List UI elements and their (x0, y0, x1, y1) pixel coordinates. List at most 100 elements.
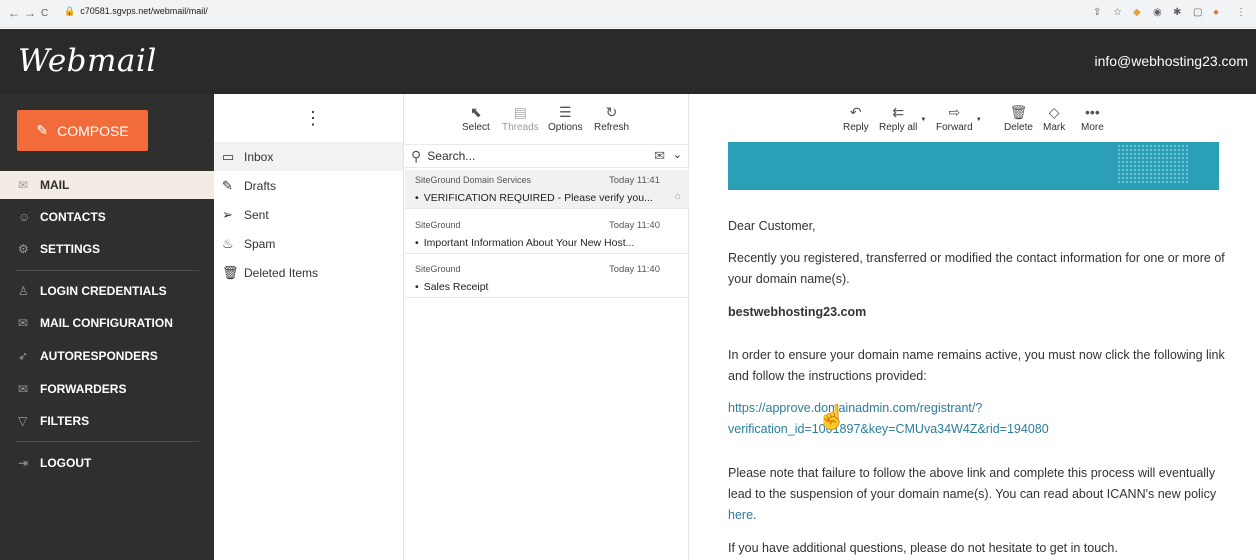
options-label: Options (548, 122, 583, 133)
message-from: SiteGround (415, 220, 461, 230)
sidebar-item-label: MAIL (40, 178, 70, 192)
forward-mail-icon: ✉ (18, 382, 29, 396)
folder-inbox[interactable]: ▭ Inbox (214, 142, 403, 171)
message-date: Today 11:40 (608, 220, 660, 231)
folder-label: Sent (244, 207, 269, 222)
refresh-icon: ↻ (605, 104, 618, 120)
star-icon[interactable]: ☆ (1113, 7, 1122, 18)
back-icon[interactable]: ← (8, 6, 20, 20)
profile-icon[interactable]: ● (1213, 7, 1219, 18)
user-icon: ♙ (18, 284, 29, 298)
dropdown-arrow-icon[interactable]: ▼ (920, 117, 926, 123)
verification-link-line-2[interactable]: verification_id=1001897&key=CMUva34W4Z&r… (728, 422, 1049, 436)
icann-policy-link[interactable]: here (728, 508, 753, 522)
sidebar-item-label: FILTERS (40, 414, 90, 428)
message-subject-text: Important Information About Your New Hos… (423, 237, 635, 249)
inbox-icon: ▭ (222, 148, 235, 164)
forward-icon: ⇨ (948, 104, 961, 120)
message-reader-pane: ↶ Reply ⇇ Reply all ▼ ⇨ Forward ▼ 🗑 Dele… (690, 94, 1256, 560)
dropdown-arrow-icon[interactable]: ▼ (976, 117, 982, 123)
list-item[interactable]: SiteGround Today 11:40 • Important Inform… (405, 215, 689, 254)
menu-dots-icon[interactable]: ⋮ (1236, 7, 1246, 18)
delete-button[interactable]: 🗑 Delete (1004, 104, 1033, 133)
webmail-logo: Webmail (18, 43, 157, 79)
contacts-icon: ☺ (18, 210, 31, 224)
sidebar-item-mail[interactable]: ✉ MAIL (0, 171, 214, 199)
search-input[interactable]: Search... (427, 149, 475, 163)
message-subject: • Sales Receipt (415, 281, 489, 293)
share-icon[interactable]: ⇪ (1093, 7, 1101, 18)
compose-label: COMPOSE (57, 122, 129, 139)
threads-label: Threads (502, 122, 539, 133)
verification-link[interactable]: https://approve.domainadmin.com/registra… (728, 398, 1228, 440)
list-item[interactable]: SiteGround Today 11:40 • Sales Receipt (405, 259, 689, 298)
chevron-down-icon[interactable]: ⌄ (673, 148, 682, 161)
email-domain: bestwebhosting23.com (728, 305, 867, 319)
sidebar-divider (15, 270, 199, 271)
search-icon: ⚲ (411, 147, 422, 164)
folder-sent[interactable]: ➢ Sent (214, 200, 403, 229)
sidebar-item-settings[interactable]: ⚙ SETTINGS (0, 235, 214, 263)
sidebar-divider (15, 441, 199, 442)
folder-menu-icon[interactable]: ⋮ (304, 108, 322, 129)
folder-drafts[interactable]: ✎ Drafts (214, 171, 403, 200)
email-paragraph-4: If you have additional questions, please… (728, 541, 1118, 555)
email-paragraph-3-end: . (753, 508, 757, 522)
envelope-filter-icon[interactable]: ✉ (654, 148, 665, 164)
reply-button[interactable]: ↶ Reply (843, 104, 869, 133)
email-paragraph-2: In order to ensure your domain name rema… (728, 348, 1225, 383)
folder-spam[interactable]: ♨ Spam (214, 229, 403, 258)
sidebar-item-mail-configuration[interactable]: ✉ MAIL CONFIGURATION (0, 309, 214, 337)
threads-button[interactable]: ▤ Threads (502, 104, 539, 133)
message-date: Today 11:41 (608, 175, 660, 186)
folder-label: Spam (244, 236, 276, 251)
message-date: Today 11:40 (608, 264, 660, 275)
folder-deleted-items[interactable]: 🗑 Deleted Items (214, 258, 403, 287)
email-greeting: Dear Customer, (728, 219, 816, 233)
folder-label: Deleted Items (244, 265, 319, 280)
mail-config-icon: ✉ (18, 316, 29, 330)
sidebar-item-label: AUTORESPONDERS (40, 349, 158, 363)
refresh-label: Refresh (594, 122, 630, 133)
tag-icon: ◇ (1048, 104, 1060, 120)
sidepanel-icon[interactable]: ▢ (1193, 7, 1202, 18)
sidebar-item-autoresponders[interactable]: ➶ AUTORESPONDERS (0, 342, 214, 370)
envelope-icon: ✉ (18, 178, 29, 192)
address-bar[interactable]: 🔒 c70581.sgvps.net/webmail/mail/ (64, 6, 208, 17)
mark-label: Mark (1043, 122, 1066, 133)
more-button[interactable]: ••• More (1081, 104, 1104, 133)
trash-icon: 🗑 (222, 264, 239, 280)
send-icon: ➶ (18, 349, 29, 363)
refresh-button[interactable]: ↻ Refresh (594, 104, 629, 133)
sidebar-item-logout[interactable]: ⇥ LOGOUT (0, 449, 214, 477)
forward-icon[interactable]: → (24, 6, 36, 20)
reload-icon[interactable]: C (41, 8, 48, 19)
message-subject-text: Sales Receipt (423, 281, 489, 293)
logout-icon: ⇥ (18, 456, 29, 470)
puzzle-icon[interactable]: ✱ (1173, 7, 1181, 18)
reply-all-button[interactable]: ⇇ Reply all ▼ (879, 104, 926, 133)
camera-icon[interactable]: ◉ (1153, 7, 1162, 18)
extension-icon[interactable]: ◆ (1133, 7, 1141, 18)
compose-button[interactable]: ✎ COMPOSE (17, 110, 148, 151)
message-subject: • Important Information About Your New Ho… (415, 237, 635, 249)
banner-pattern (1117, 144, 1189, 184)
sidebar-item-forwarders[interactable]: ✉ FORWARDERS (0, 375, 214, 403)
message-from: SiteGround (415, 264, 461, 274)
verification-link-line-1[interactable]: https://approve.domainadmin.com/registra… (728, 401, 982, 415)
forward-button[interactable]: ⇨ Forward ▼ (936, 104, 982, 133)
sidebar-item-contacts[interactable]: ☺ CONTACTS (0, 203, 214, 231)
list-item[interactable]: SiteGround Domain Services Today 11:41 •… (405, 170, 689, 209)
message-subject-text: VERIFICATION REQUIRED - Please verify yo… (423, 192, 653, 204)
sidebar-item-label: FORWARDERS (40, 382, 127, 396)
options-button[interactable]: ☰ Options (548, 104, 582, 133)
hand-cursor-icon: ☝ (817, 404, 847, 431)
sidebar-item-login-credentials[interactable]: ♙ LOGIN CREDENTIALS (0, 277, 214, 305)
message-subject: • VERIFICATION REQUIRED - Please verify y… (415, 192, 653, 204)
account-email[interactable]: info@webhosting23.com (1094, 53, 1248, 69)
mark-button[interactable]: ◇ Mark (1043, 104, 1065, 133)
select-button[interactable]: ⬉ Select (462, 104, 490, 133)
sidebar-item-filters[interactable]: ▽ FILTERS (0, 407, 214, 435)
reply-all-icon: ⇇ (892, 104, 905, 120)
search-bar[interactable]: ⚲ Search... ✉ ⌄ (405, 144, 689, 168)
